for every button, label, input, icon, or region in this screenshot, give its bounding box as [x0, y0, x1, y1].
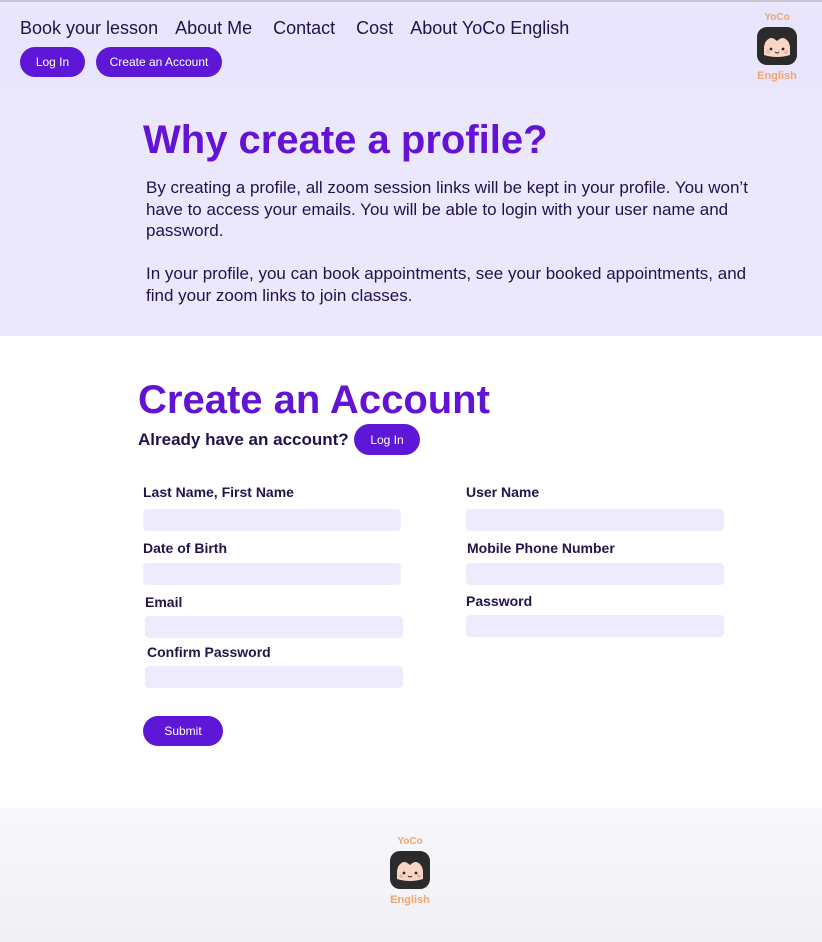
profile-paragraph-2: In your profile, you can book appointmen…	[146, 264, 747, 305]
profile-paragraph-1: By creating a profile, all zoom session …	[146, 178, 748, 240]
form-login-button[interactable]: Log In	[354, 424, 420, 455]
nav-cost[interactable]: Cost	[356, 18, 393, 39]
password-field[interactable]	[466, 615, 724, 637]
dob-label: Date of Birth	[143, 540, 227, 556]
name-label: Last Name, First Name	[143, 484, 294, 500]
why-profile-title: Why create a profile?	[143, 118, 548, 162]
footer-logo-text-bottom: English	[390, 894, 430, 906]
footer-girl-face-icon	[390, 851, 430, 889]
header-create-account-button[interactable]: Create an Account	[96, 47, 222, 77]
why-profile-section: Why create a profile? By creating a prof…	[0, 90, 822, 336]
password-label: Password	[466, 593, 533, 609]
nav-about-me[interactable]: About Me	[175, 18, 252, 39]
dob-field[interactable]	[143, 563, 401, 585]
submit-button[interactable]: Submit	[143, 716, 223, 746]
username-field[interactable]	[466, 509, 724, 531]
logo-text-bottom: English	[757, 70, 797, 82]
nav-book-lesson[interactable]: Book your lesson	[20, 18, 158, 39]
logo-text-top: YoCo	[764, 12, 790, 23]
confirm-password-field[interactable]	[145, 666, 403, 688]
nav-about-yoco[interactable]: About YoCo English	[410, 18, 569, 39]
mobile-field[interactable]	[466, 563, 724, 585]
mobile-label: Mobile Phone Number	[467, 540, 615, 556]
site-header: Book your lesson About Me Contact Cost A…	[0, 2, 822, 90]
email-field[interactable]	[145, 616, 403, 638]
already-have-account-text: Already have an account?	[138, 430, 349, 449]
confirm-password-label: Confirm Password	[147, 644, 271, 660]
username-label: User Name	[466, 484, 540, 500]
nav-contact[interactable]: Contact	[273, 18, 335, 39]
header-login-button[interactable]: Log In	[20, 47, 85, 77]
yoco-logo[interactable]: YoCo English	[752, 12, 802, 82]
email-label: Email	[145, 594, 183, 610]
create-account-title: Create an Account	[138, 378, 490, 422]
footer-yoco-logo[interactable]: YoCo English	[385, 836, 435, 906]
name-field[interactable]	[143, 509, 401, 531]
girl-face-icon	[757, 27, 797, 65]
footer-logo-text-top: YoCo	[397, 836, 423, 847]
main-nav: Book your lesson About Me Contact Cost A…	[20, 18, 586, 39]
